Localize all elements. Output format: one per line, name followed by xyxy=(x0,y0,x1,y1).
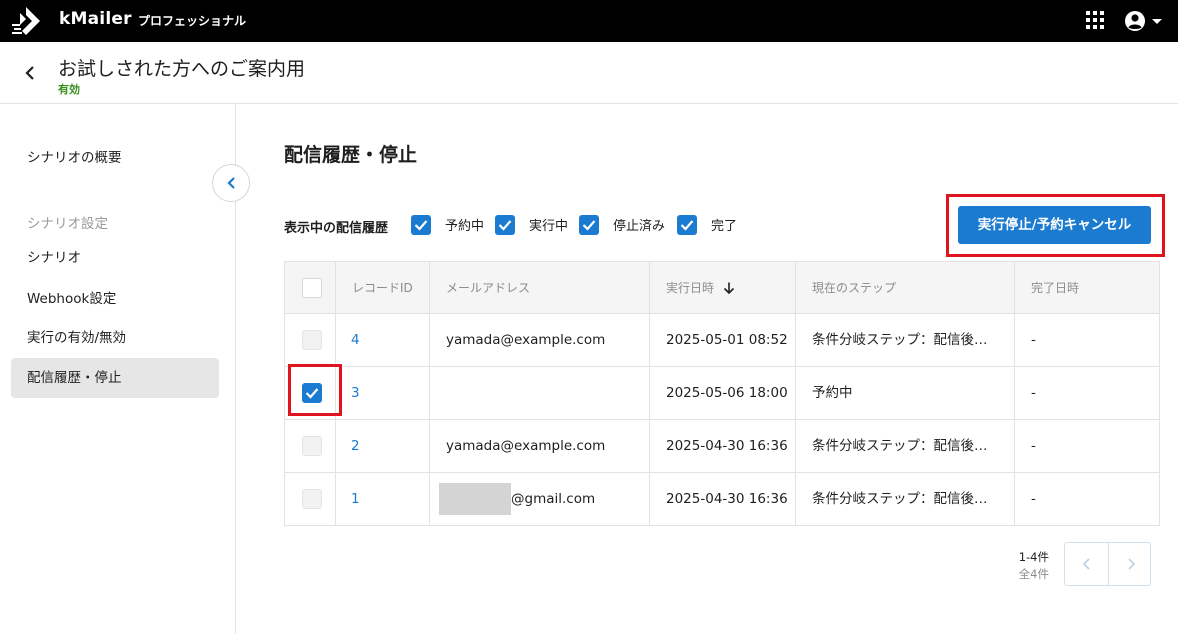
apps-grid-icon[interactable] xyxy=(1086,11,1104,29)
filter-running[interactable]: 実行中 xyxy=(495,214,568,236)
page-total: 全4件 xyxy=(1018,567,1049,581)
sidebar-group-label: シナリオ設定 xyxy=(27,216,108,232)
brand-name: kMailer xyxy=(59,9,132,29)
email-suffix: @gmail.com xyxy=(511,491,596,507)
sort-arrow-down-icon xyxy=(723,282,735,295)
sidebar-item-scenario[interactable]: シナリオ xyxy=(11,238,219,278)
prev-page-button[interactable] xyxy=(1065,543,1108,585)
sidebar-item-delivery-history[interactable]: 配信履歴・停止 xyxy=(11,358,219,398)
filter-label: 表示中の配信履歴 xyxy=(284,221,389,236)
stop-cancel-button[interactable]: 実行停止/予約キャンセル xyxy=(958,206,1151,244)
executed-at-cell: 2025-05-01 08:52 xyxy=(666,332,788,348)
column-completed-at[interactable]: 完了日時 xyxy=(1031,262,1079,314)
checkbox-checked-icon[interactable] xyxy=(495,214,515,235)
account-menu[interactable] xyxy=(1122,8,1166,34)
sidebar-item-execution-toggle[interactable]: 実行の有効/無効 xyxy=(11,318,219,358)
column-current-step[interactable]: 現在のステップ xyxy=(812,262,896,314)
table-header: レコードID メールアドレス 実行日時 現在のステップ 完了日時 xyxy=(285,262,1159,314)
table-row[interactable]: 1 @gmail.com 2025-04-30 16:36 条件分岐ステップ：配… xyxy=(285,473,1159,526)
checkmark-icon xyxy=(305,388,319,399)
record-id-link[interactable]: 2 xyxy=(351,420,360,472)
select-all-checkbox[interactable] xyxy=(302,278,322,298)
executed-at-cell: 2025-04-30 16:36 xyxy=(666,491,788,507)
completed-at-cell: - xyxy=(1031,491,1036,507)
back-arrow-icon[interactable] xyxy=(20,62,42,84)
record-id-link[interactable]: 4 xyxy=(351,314,360,366)
current-step-cell: 条件分岐ステップ：配信後… xyxy=(812,438,988,454)
app-bar: kMailer プロフェッショナル xyxy=(0,0,1178,42)
record-id-link[interactable]: 3 xyxy=(351,367,360,419)
table-row[interactable]: 4 yamada@example.com 2025-05-01 08:52 条件… xyxy=(285,314,1159,367)
table-row[interactable]: 2 yamada@example.com 2025-04-30 16:36 条件… xyxy=(285,420,1159,473)
sidebar-collapse-button[interactable] xyxy=(212,164,250,202)
sidebar: シナリオの概要 シナリオ設定 シナリオ Webhook設定 実行の有効/無効 配… xyxy=(0,104,236,634)
chevron-left-icon xyxy=(1082,558,1090,570)
page-range: 1-4件 xyxy=(1018,550,1049,564)
edition-label: プロフェッショナル xyxy=(138,14,247,28)
checkbox-checked-icon[interactable] xyxy=(411,214,431,235)
filter-reserved[interactable]: 予約中 xyxy=(411,214,484,236)
current-step-cell: 条件分岐ステップ：配信後… xyxy=(812,491,988,507)
executed-at-cell: 2025-04-30 16:36 xyxy=(666,438,788,454)
sidebar-item-overview[interactable]: シナリオの概要 xyxy=(11,138,219,178)
chevron-right-icon xyxy=(1128,558,1136,570)
email-cell: yamada@example.com xyxy=(446,438,606,454)
completed-at-cell: - xyxy=(1031,385,1036,401)
checkbox-checked-icon[interactable] xyxy=(579,214,599,235)
current-step-cell: 予約中 xyxy=(812,385,853,401)
email-cell xyxy=(446,367,642,419)
column-executed-at-label: 実行日時 xyxy=(666,281,715,295)
row-checkbox[interactable] xyxy=(302,489,322,509)
column-email[interactable]: メールアドレス xyxy=(446,262,530,314)
sidebar-item-webhook[interactable]: Webhook設定 xyxy=(11,279,219,319)
filter-running-label: 実行中 xyxy=(529,219,569,234)
page-title: お試しされた方へのご案内用 xyxy=(58,58,306,80)
email-cell: @gmail.com xyxy=(439,473,645,525)
email-cell: yamada@example.com xyxy=(446,332,606,348)
row-checkbox[interactable] xyxy=(302,436,322,456)
record-id-link[interactable]: 1 xyxy=(351,473,360,525)
filter-completed[interactable]: 完了 xyxy=(677,214,737,236)
filter-reserved-label: 予約中 xyxy=(445,219,485,234)
current-step-cell: 条件分岐ステップ：配信後… xyxy=(812,332,988,348)
chevron-left-icon xyxy=(227,177,235,189)
filter-stopped-label: 停止済み xyxy=(613,219,666,234)
checkbox-checked-icon[interactable] xyxy=(677,214,697,235)
delivery-history-table: レコードID メールアドレス 実行日時 現在のステップ 完了日時 4 yamad… xyxy=(284,261,1160,526)
table-row[interactable]: 3 2025-05-06 18:00 予約中 - xyxy=(285,367,1159,420)
filter-stopped[interactable]: 停止済み xyxy=(579,214,665,236)
kmailer-logo-icon[interactable] xyxy=(10,5,44,37)
completed-at-cell: - xyxy=(1031,332,1036,348)
next-page-button[interactable] xyxy=(1109,543,1152,585)
pagination xyxy=(1064,542,1151,586)
status-badge: 有効 xyxy=(58,83,80,96)
completed-at-cell: - xyxy=(1031,438,1036,454)
row-checkbox[interactable] xyxy=(302,330,322,350)
column-record-id[interactable]: レコードID xyxy=(352,262,413,314)
executed-at-cell: 2025-05-06 18:00 xyxy=(666,385,788,401)
page-header: お試しされた方へのご案内用 有効 xyxy=(0,42,1178,104)
column-executed-at[interactable]: 実行日時 xyxy=(666,262,736,314)
row-checkbox-checked[interactable] xyxy=(302,383,322,403)
filter-completed-label: 完了 xyxy=(711,219,738,234)
section-title: 配信履歴・停止 xyxy=(284,144,418,166)
redacted-block xyxy=(439,483,511,515)
